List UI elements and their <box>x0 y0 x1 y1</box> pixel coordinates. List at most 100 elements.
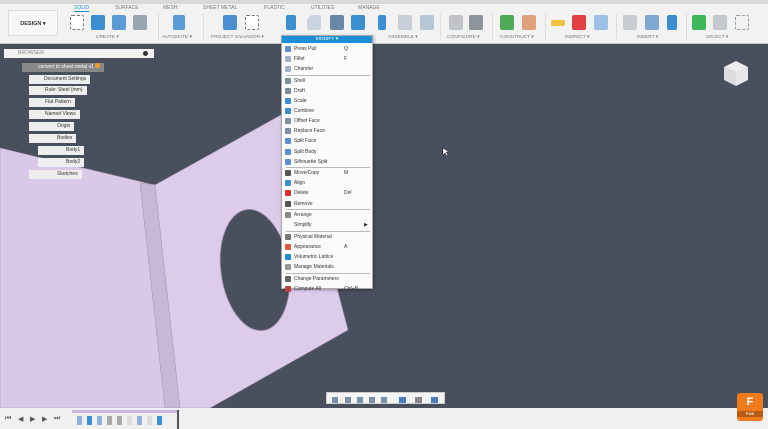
window-select-icon[interactable] <box>735 15 749 30</box>
timeline-prev-button[interactable]: ◀ <box>18 415 23 423</box>
hole-icon[interactable] <box>133 15 147 30</box>
menu-item-replace-face[interactable]: Replace Face <box>282 126 372 136</box>
pin-icon[interactable] <box>143 51 148 56</box>
construct-group[interactable]: CONSTRUCT ▾ <box>500 35 534 40</box>
menu-item-press-pull[interactable]: Press Pull Q <box>282 44 372 54</box>
select-group[interactable]: SELECT ▾ <box>706 35 728 40</box>
menu-item-physical-material[interactable]: Physical Material <box>282 232 372 242</box>
workspace-switcher[interactable]: DESIGN ▾ <box>8 10 58 36</box>
menu-item-simplify[interactable]: Simplify ▶ <box>282 220 372 230</box>
canvas-viewport[interactable] <box>0 44 768 408</box>
tab-mesh[interactable]: MESH <box>163 5 177 11</box>
timeline-features[interactable] <box>72 410 184 429</box>
menu-item-scale[interactable]: Scale <box>282 96 372 106</box>
menu-item-chamfer[interactable]: Chamfer <box>282 64 372 74</box>
joint-icon[interactable] <box>378 15 386 30</box>
insert-group[interactable]: INSERT ▾ <box>637 35 658 40</box>
create-sketch-icon[interactable] <box>70 15 84 30</box>
menu-item-split-body[interactable]: Split Body <box>282 147 372 157</box>
menu-item-label: Align <box>294 180 306 187</box>
browser-node-body2[interactable]: Body2 <box>38 158 85 167</box>
fillet-icon[interactable] <box>307 15 321 30</box>
menu-item-combine[interactable]: Combine <box>282 106 372 116</box>
measure-icon[interactable] <box>551 20 565 26</box>
insert-derive-icon[interactable] <box>623 15 637 30</box>
joint-table-icon[interactable] <box>420 15 434 30</box>
menu-item-volumetric-lattice[interactable]: Volumetric Lattice <box>282 252 372 262</box>
menu-item-appearance[interactable]: Appearance A <box>282 242 372 252</box>
menu-item-label: Appearance <box>294 243 321 250</box>
create-form-icon[interactable] <box>112 15 126 30</box>
select-body-icon[interactable] <box>692 15 706 30</box>
automate-group[interactable]: AUTOMATE ▾ <box>162 35 192 40</box>
combine-icon[interactable] <box>351 15 365 30</box>
menu-item-draft[interactable]: Draft <box>282 86 372 96</box>
timeline-first-button[interactable]: ⏮ <box>5 415 11 423</box>
browser-node-flat-pattern[interactable]: Flat Pattern <box>29 98 75 107</box>
insert-mcmaster-icon[interactable] <box>667 15 677 30</box>
configure-icon[interactable] <box>449 15 463 30</box>
divider <box>545 14 546 40</box>
menu-item-shortcut: ▶ <box>364 222 368 229</box>
interference-icon[interactable] <box>572 15 586 30</box>
menu-item-remove[interactable]: Remove <box>282 199 372 209</box>
browser-node-sketches[interactable]: Sketches <box>29 170 82 179</box>
browser-node-body1[interactable]: Body1 <box>38 146 85 155</box>
tab-surface[interactable]: SURFACE <box>115 5 139 11</box>
menu-item-shell[interactable]: Shell <box>282 76 372 86</box>
tab-utilities[interactable]: UTILITIES <box>311 5 334 11</box>
shell-icon[interactable] <box>330 15 344 30</box>
menu-item-delete[interactable]: Delete Del <box>282 188 372 198</box>
draft-icon <box>285 87 291 94</box>
menu-item-split-face[interactable]: Split Face <box>282 136 372 146</box>
logo-letter: F <box>746 396 754 408</box>
chamfer-icon <box>285 66 291 73</box>
title-strip <box>0 0 768 4</box>
menu-item-silhouette-split[interactable]: Silhouette Split <box>282 157 372 167</box>
menu-item-offset-face[interactable]: Offset Face <box>282 116 372 126</box>
section-analysis-icon[interactable] <box>594 15 608 30</box>
project-salvador-group[interactable]: PROJECT SALVADOR ▾ <box>211 35 264 40</box>
timeline-play-button[interactable]: ▶ <box>30 415 35 423</box>
browser-node-rule[interactable]: Rule: Steel (mm) <box>29 86 87 95</box>
insert-mesh-icon[interactable] <box>645 15 659 30</box>
browser-root[interactable]: convert to sheet metal v1 <box>22 63 105 72</box>
timeline: ⏮ ◀ ▶ ▶ ⏭ <box>0 408 768 429</box>
inspect-group[interactable]: INSPECT ▾ <box>565 35 589 40</box>
create-group[interactable]: CREATE ▾ <box>96 35 119 40</box>
browser-node-named-views[interactable]: Named Views <box>29 110 80 119</box>
menu-item-move-copy[interactable]: Move/Copy M <box>282 168 372 178</box>
offset-plane-icon[interactable] <box>500 15 514 30</box>
menu-item-compute-all[interactable]: Compute All Ctrl+B <box>282 284 372 294</box>
menu-item-manage-materials[interactable]: Manage Materials <box>282 262 372 272</box>
menu-item-change-parameters[interactable]: Change Parameters <box>282 274 372 284</box>
assemble-group[interactable]: ASSEMBLE ▾ <box>388 35 418 40</box>
automate-icon[interactable] <box>173 15 185 30</box>
navigation-bar[interactable] <box>326 392 445 404</box>
timeline-last-button[interactable]: ⏭ <box>54 415 60 423</box>
sheet-metal-body[interactable] <box>0 44 768 408</box>
timeline-next-button[interactable]: ▶ <box>42 415 47 423</box>
as-built-joint-icon[interactable] <box>398 15 412 30</box>
select-face-icon[interactable] <box>713 15 727 30</box>
press-pull-icon[interactable] <box>286 15 296 30</box>
salvador-icon[interactable] <box>223 15 237 30</box>
browser-node-document-settings[interactable]: Document Settings <box>29 75 91 84</box>
plane-angle-icon[interactable] <box>522 15 536 30</box>
menu-item-align[interactable]: Align <box>282 178 372 188</box>
extrude-icon[interactable] <box>91 15 105 30</box>
modify-menu-header[interactable]: MODIFY ▾ <box>282 36 372 43</box>
menu-item-fillet[interactable]: Fillet F <box>282 54 372 64</box>
browser-node-origin[interactable]: Origin <box>29 122 75 131</box>
salvador-sketch-icon[interactable] <box>245 15 259 30</box>
browser-node-bodies[interactable]: Bodies <box>29 134 77 143</box>
tab-sheet-metal[interactable]: SHEET METAL <box>203 5 237 11</box>
tab-manage[interactable]: MANAGE <box>358 5 380 11</box>
browser-panel-header[interactable]: BROWSER <box>4 49 154 58</box>
configure-group[interactable]: CONFIGURE ▾ <box>447 35 480 40</box>
menu-item-arrange[interactable]: Arrange <box>282 210 372 220</box>
tab-solid[interactable]: SOLID <box>74 5 90 12</box>
viewcube[interactable] <box>721 58 751 88</box>
config-table-icon[interactable] <box>469 15 483 30</box>
tab-plastic[interactable]: PLASTIC <box>264 5 285 11</box>
